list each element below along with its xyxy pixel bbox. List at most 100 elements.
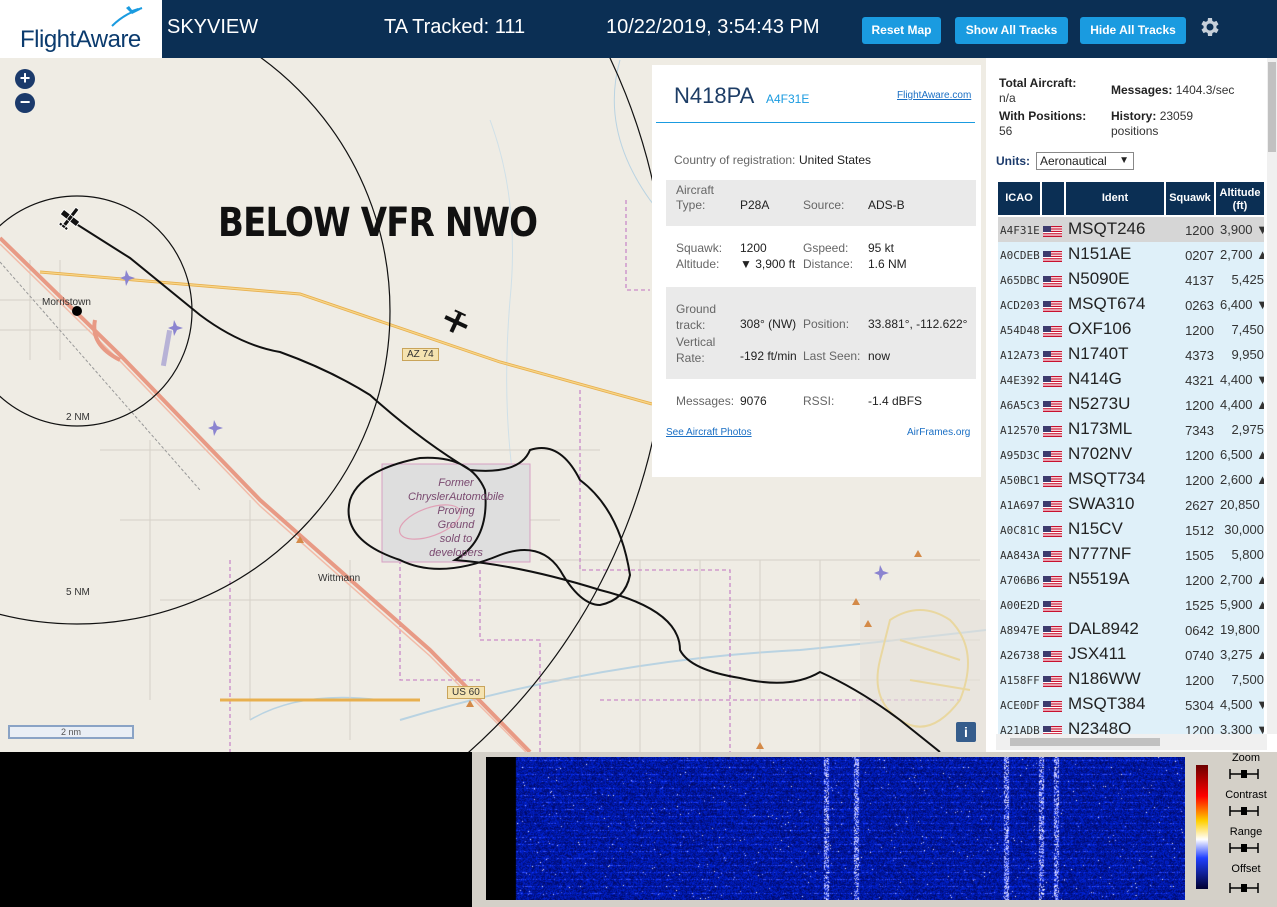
table-row[interactable]: A6A5C3 N5273U 1200 4,400 ▲: [998, 392, 1264, 417]
icao-cell: ACE0DF: [1000, 699, 1040, 712]
table-row[interactable]: A4E392 N414G 4321 4,400 ▼: [998, 367, 1264, 392]
reset-map-button[interactable]: Reset Map: [862, 17, 941, 44]
units-select[interactable]: Aeronautical ▼: [1036, 152, 1134, 170]
table-row[interactable]: A50BC1 MSQT734 1200 2,600 ▲: [998, 467, 1264, 492]
altitude-cell: 4,500 ▼: [1220, 697, 1264, 712]
ident-cell: MSQT734: [1068, 469, 1146, 488]
ident-cell: JSX411: [1068, 644, 1127, 663]
table-row[interactable]: A95D3C N702NV 1200 6,500 ▲: [998, 442, 1264, 467]
hide-all-tracks-button[interactable]: Hide All Tracks: [1080, 17, 1186, 44]
tracked-aircraft-icon[interactable]: [55, 202, 86, 233]
show-all-tracks-button[interactable]: Show All Tracks: [955, 17, 1068, 44]
range-label-2nm: 2 NM: [66, 412, 90, 423]
history-stat: History: 23059 positions: [1111, 109, 1221, 139]
aircraft-icon[interactable]: [440, 307, 471, 337]
gear-icon[interactable]: [1197, 15, 1221, 39]
us-flag-icon: [1043, 474, 1062, 487]
squawk-cell: 0207: [1185, 248, 1214, 263]
table-row[interactable]: A0CDEB N151AE 0207 2,700 ▲: [998, 242, 1264, 267]
table-row[interactable]: A00E2D 1525 5,900 ▲: [998, 592, 1264, 617]
town-label-morristown: Morristown: [42, 297, 91, 308]
us-flag-icon: [1043, 549, 1062, 562]
altitude-cell: 2,700 ▲: [1220, 247, 1264, 262]
ident-cell: N173ML: [1068, 419, 1133, 438]
us-flag-icon: [1043, 574, 1062, 587]
lastseen-label: Last Seen:: [803, 349, 861, 363]
col-header-flag[interactable]: [1042, 182, 1064, 215]
ident-cell: N702NV: [1068, 444, 1133, 463]
aircraft-photos-link[interactable]: See Aircraft Photos: [666, 427, 752, 438]
ident-cell: N777NF: [1068, 544, 1132, 563]
altitude-cell: 6,500 ▲: [1220, 447, 1264, 462]
squawk-cell: 1200: [1185, 573, 1214, 588]
panel-messages-value: 1404.3/sec: [1175, 83, 1235, 97]
source-value: ADS-B: [868, 198, 905, 212]
table-row[interactable]: A158FF N186WW 1200 7,500: [998, 667, 1264, 692]
col-header-icao[interactable]: ICAO: [998, 182, 1040, 215]
waterfall-spectrum[interactable]: [486, 757, 1185, 900]
proving-line: Ground: [437, 519, 475, 531]
icao-cell: A00E2D: [1000, 599, 1040, 612]
horizontal-scroll-thumb[interactable]: [1010, 738, 1160, 746]
vertical-scroll-thumb[interactable]: [1268, 62, 1276, 152]
table-row[interactable]: A26738 JSX411 0740 3,275 ▲: [998, 642, 1264, 667]
squawk-cell: 7343: [1185, 423, 1214, 438]
zoom-out-button[interactable]: −: [15, 93, 35, 113]
chevron-down-icon: ▼: [1119, 155, 1129, 166]
offset-slider[interactable]: [1229, 883, 1259, 893]
table-row[interactable]: A1A697 SWA310 2627 20,850 ▲: [998, 492, 1264, 517]
ident-cell: N5273U: [1068, 394, 1131, 413]
squawk-cell: 1505: [1185, 548, 1214, 563]
squawk-cell: 1200: [1185, 323, 1214, 338]
table-row[interactable]: A12570 N173ML 7343 2,975: [998, 417, 1264, 442]
altitude-cell: 4,400 ▲: [1220, 397, 1264, 412]
airframes-link[interactable]: AirFrames.org: [907, 427, 970, 438]
flightaware-logo[interactable]: FlightAware: [0, 0, 162, 58]
proving-line: developers: [429, 547, 483, 559]
aircraft-type-label: Aircraft Type:: [676, 183, 715, 212]
squawk-cell: 1512: [1185, 523, 1214, 538]
table-row[interactable]: A8947E DAL8942 0642 19,800 ▼: [998, 617, 1264, 642]
ident-cell: N186WW: [1068, 669, 1141, 688]
table-row[interactable]: AA843A N777NF 1505 5,800: [998, 542, 1264, 567]
us-flag-icon: [1043, 674, 1062, 687]
gspeed-value: 95 kt: [868, 241, 895, 255]
table-row[interactable]: A706B6 N5519A 1200 2,700 ▲: [998, 567, 1264, 592]
ident-cell: N1740T: [1068, 344, 1129, 363]
altitude-cell: 4,400 ▼: [1220, 372, 1264, 387]
contrast-slider[interactable]: [1229, 806, 1259, 816]
table-row[interactable]: A0C81C N15CV 1512 30,000: [998, 517, 1264, 542]
icao-cell: A4F31E: [1000, 224, 1040, 237]
us-flag-icon: [1043, 374, 1062, 387]
table-row[interactable]: A54D48 OXF106 1200 7,450: [998, 317, 1264, 342]
country-label: Country of registration:: [674, 153, 796, 167]
table-row[interactable]: A65DBC N5090E 4137 5,425: [998, 267, 1264, 292]
squawk-cell: 1200: [1185, 473, 1214, 488]
zoom-in-button[interactable]: +: [15, 69, 35, 89]
table-row[interactable]: A4F31E MSQT246 1200 3,900 ▼: [998, 217, 1264, 242]
us-flag-icon: [1043, 224, 1062, 237]
us-flag-icon: [1043, 599, 1062, 612]
range-slider[interactable]: [1229, 843, 1259, 853]
table-row[interactable]: A12A73 N1740T 4373 9,950: [998, 342, 1264, 367]
position-label: Position:: [803, 317, 850, 331]
map-info-button[interactable]: i: [956, 722, 976, 742]
app-name: SKYVIEW: [167, 16, 259, 38]
flightaware-link[interactable]: FlightAware.com: [897, 90, 971, 101]
vertical-scrollbar[interactable]: [1267, 58, 1277, 734]
icao-cell: A6A5C3: [1000, 399, 1040, 412]
squawk-cell: 1200: [1185, 448, 1214, 463]
popup-row-messages: Messages: 9076 RSSI: -1.4 dBFS: [666, 388, 976, 412]
col-header-squawk[interactable]: Squawk: [1166, 182, 1214, 215]
table-row[interactable]: ACD203 MSQT674 0263 6,400 ▼: [998, 292, 1264, 317]
table-row[interactable]: ACE0DF MSQT384 5304 4,500 ▼: [998, 692, 1264, 717]
track-value: 308° (NW): [740, 317, 797, 331]
icao-cell: AA843A: [1000, 549, 1040, 562]
col-header-altitude[interactable]: Altitude (ft): [1216, 182, 1264, 215]
us-flag-icon: [1043, 249, 1062, 262]
messages-stat: Messages: 1404.3/sec: [1111, 83, 1234, 98]
zoom-slider[interactable]: [1229, 769, 1259, 779]
col-header-ident[interactable]: Ident: [1066, 182, 1164, 215]
squawk-cell: 4373: [1185, 348, 1214, 363]
popup-row-type: Aircraft Type: P28A Source: ADS-B: [666, 180, 976, 226]
